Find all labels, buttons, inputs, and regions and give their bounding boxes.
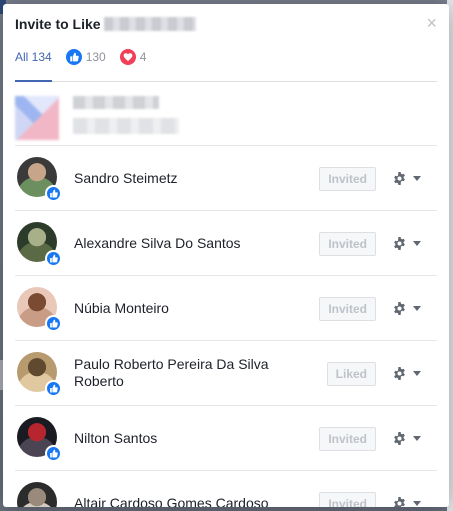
- reaction-tabs: All 134 130 4: [15, 49, 437, 65]
- gear-icon: [394, 237, 405, 250]
- redacted-text: [73, 96, 159, 109]
- tab-love[interactable]: 4: [119, 49, 147, 65]
- like-badge-icon: [45, 250, 62, 267]
- settings-menu[interactable]: [393, 302, 421, 315]
- settings-menu[interactable]: [393, 497, 421, 507]
- person-name[interactable]: Núbia Monteiro: [74, 300, 319, 317]
- like-badge-icon: [45, 445, 62, 462]
- redacted-text: [73, 118, 179, 134]
- settings-menu[interactable]: [393, 172, 421, 185]
- person-name[interactable]: Nilton Santos: [74, 430, 319, 447]
- gear-icon: [394, 432, 405, 445]
- chevron-down-icon: [413, 501, 421, 506]
- invited-button: Invited: [319, 232, 376, 256]
- avatar[interactable]: [17, 482, 61, 507]
- redacted-page-name: [103, 17, 196, 31]
- dialog-title: Invite to Like: [15, 16, 196, 32]
- like-icon: [65, 49, 82, 65]
- list-item: Alexandre Silva Do Santos Invited: [15, 211, 437, 276]
- chevron-down-icon: [413, 306, 421, 311]
- invited-button: Invited: [319, 427, 376, 451]
- close-icon[interactable]: ×: [426, 14, 437, 32]
- avatar-image: [17, 482, 57, 507]
- gear-icon: [394, 172, 405, 185]
- invite-dialog: Invite to Like × All 134 130 4 Sandro St…: [3, 4, 449, 507]
- tab-like[interactable]: 130: [65, 49, 106, 65]
- tab-all-label: All 134: [15, 50, 52, 64]
- invited-button: Invited: [319, 167, 376, 191]
- person-name[interactable]: Sandro Steimetz: [74, 170, 319, 187]
- redacted-avatar: [15, 96, 59, 140]
- like-badge-icon: [45, 185, 62, 202]
- avatar[interactable]: [17, 157, 62, 202]
- love-icon: [119, 49, 136, 65]
- list-item: Sandro Steimetz Invited: [15, 146, 437, 211]
- chevron-down-icon: [413, 371, 421, 376]
- gear-icon: [394, 302, 405, 315]
- tab-all[interactable]: All 134: [15, 50, 52, 64]
- dialog-title-text: Invite to Like: [15, 16, 101, 32]
- redacted-row: [15, 82, 437, 146]
- person-name[interactable]: Alexandre Silva Do Santos: [74, 235, 319, 252]
- list-item: Paulo Roberto Pereira Da Silva Roberto L…: [15, 341, 437, 406]
- invited-button: Invited: [319, 297, 376, 321]
- avatar[interactable]: [17, 287, 62, 332]
- invited-button: Invited: [319, 492, 376, 507]
- settings-menu[interactable]: [393, 432, 421, 445]
- people-list: Sandro Steimetz Invited Alexandre Silva …: [15, 82, 437, 507]
- liked-button: Liked: [326, 362, 376, 386]
- like-badge-icon: [45, 380, 62, 397]
- like-badge-icon: [45, 315, 62, 332]
- list-item: Altair Cardoso Gomes Cardoso Invited: [15, 471, 437, 507]
- gear-icon: [394, 367, 405, 380]
- avatar[interactable]: [17, 352, 62, 397]
- person-name[interactable]: Paulo Roberto Pereira Da Silva Roberto: [74, 356, 319, 390]
- gear-icon: [394, 497, 405, 507]
- settings-menu[interactable]: [393, 367, 421, 380]
- tab-love-count: 4: [139, 50, 147, 64]
- avatar[interactable]: [17, 222, 62, 267]
- tab-like-count: 130: [85, 50, 106, 64]
- chevron-down-icon: [413, 176, 421, 181]
- list-item: Nilton Santos Invited: [15, 406, 437, 471]
- person-name[interactable]: Altair Cardoso Gomes Cardoso: [74, 495, 319, 507]
- avatar[interactable]: [17, 417, 62, 462]
- list-item: Núbia Monteiro Invited: [15, 276, 437, 341]
- chevron-down-icon: [413, 436, 421, 441]
- settings-menu[interactable]: [393, 237, 421, 250]
- chevron-down-icon: [413, 241, 421, 246]
